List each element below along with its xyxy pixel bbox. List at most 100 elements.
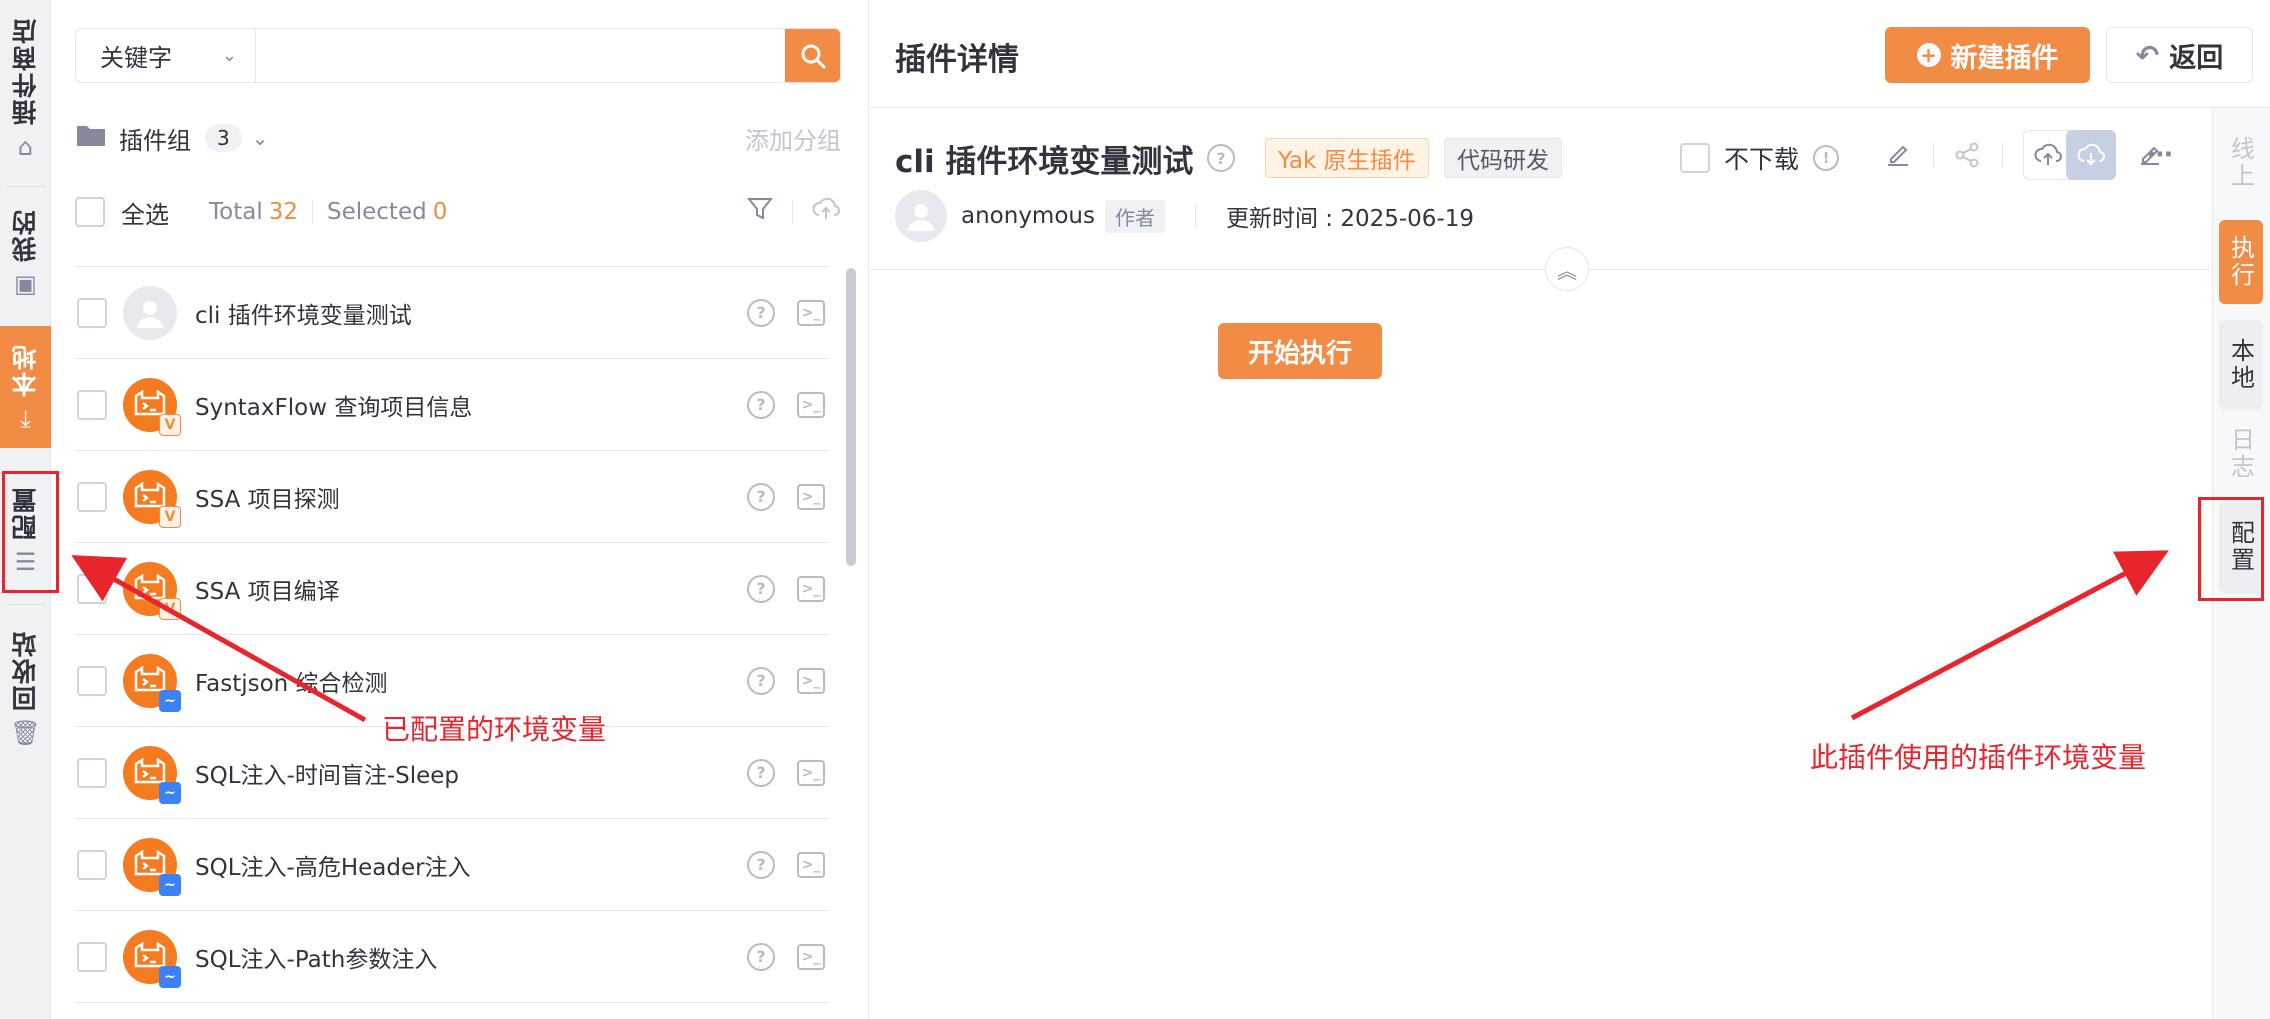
plugin-name[interactable]: SQL注入-Path参数注入 [195,940,747,974]
cloud-download-button[interactable] [2066,130,2116,180]
terminal-icon[interactable]: >_ [797,943,825,970]
list-item[interactable]: cli 插件环境变量测试? >_ [75,267,829,359]
list-item[interactable]: ~ SQL注入-Path参数注入? >_ [75,911,829,1003]
plugin-avatar: ~ [123,653,181,712]
nav-local-label: 本地 [10,343,40,397]
plugin-avatar: ~ [123,745,181,804]
search-icon [801,44,825,68]
search-type-select[interactable]: 关键字 ⌄ [76,29,256,82]
plugin-checkbox[interactable] [77,481,107,512]
right-tab-0[interactable]: 线上 [2219,118,2263,208]
plugin-avatar [123,285,177,340]
list-item[interactable]: V SyntaxFlow 查询项目信息? >_ [75,359,829,451]
select-all-label: 全选 [121,200,169,229]
right-tab-2[interactable]: 本地 [2219,320,2263,410]
back-label: 返回 [2169,42,2224,74]
terminal-icon[interactable]: >_ [797,483,825,510]
start-execute-button[interactable]: 开始执行 [1218,323,1382,379]
terminal-icon[interactable]: >_ [797,575,825,602]
help-icon[interactable]: ? [747,942,775,971]
plugin-list-panel: 关键字 ⌄ 插件组 3 ⌄ 添加分组 全选 Total 32 Selected … [52,0,869,1019]
list-item[interactable]: V SSA 项目编译? >_ [75,543,829,635]
add-group-button[interactable]: 添加分组 [745,121,841,156]
no-download-option[interactable]: 不下载 ! [1680,140,1840,176]
download-icon: ⤓ [20,405,31,433]
right-tab-1[interactable]: 执行 [2219,220,2263,304]
cloud-upload-icon[interactable] [811,195,841,230]
right-tab-label: 线上 [2226,136,2255,190]
plugin-name[interactable]: SSA 项目编译 [195,572,747,606]
trash-icon: 🗑 [10,718,41,747]
info-icon[interactable]: ! [1813,145,1840,171]
plugin-checkbox[interactable] [77,389,107,420]
syntaxflow-badge-icon: V [159,413,181,436]
chevron-down-icon[interactable]: ⌄ [252,126,269,150]
collapse-up-icon[interactable]: ︽ [1545,247,1589,291]
terminal-icon[interactable]: >_ [797,759,825,786]
right-tab-label: 执行 [2226,235,2255,289]
right-tab-3[interactable]: 日志 [2219,414,2263,494]
terminal-icon[interactable]: >_ [797,667,825,694]
plugin-avatar: V [123,561,181,620]
list-scrollbar[interactable] [846,268,856,566]
plugin-name[interactable]: SQL注入-时间盲注-Sleep [195,756,747,790]
terminal-icon[interactable]: >_ [797,391,825,418]
plugin-avatar: V [123,469,181,528]
help-icon[interactable]: ? [747,298,775,327]
back-button[interactable]: ↶ 返回 [2106,27,2253,83]
filter-icon[interactable] [746,195,774,230]
share-icon[interactable] [1942,130,1992,180]
syntaxflow-badge-icon: V [159,597,181,620]
help-icon[interactable]: ? [747,666,775,695]
more-icon[interactable]: ⋯ [2135,130,2185,180]
web-badge-icon: ~ [159,873,181,896]
help-icon[interactable]: ? [747,850,775,879]
new-plugin-button[interactable]: + 新建插件 [1885,27,2090,83]
list-item[interactable]: V SSA 项目探测? >_ [75,451,829,543]
chevron-down-icon: ⌄ [221,45,237,66]
page-title: 插件详情 [895,42,1019,78]
web-badge-icon: ~ [159,965,181,988]
edit-icon[interactable] [1873,130,1923,180]
plugin-checkbox[interactable] [77,941,107,972]
help-icon[interactable]: ? [747,758,775,787]
help-icon[interactable]: ? [747,574,775,603]
no-download-label: 不下载 [1724,145,1800,174]
plugin-name[interactable]: SSA 项目探测 [195,480,747,514]
author-role-tag: 作者 [1104,199,1165,233]
author-row: anonymous 作者 更新时间 : 2025-06-19 [895,190,1474,242]
nav-mine[interactable]: 我的 ▣ [0,196,51,308]
updated-time: 更新时间 : 2025-06-19 [1225,206,1475,232]
plugin-checkbox[interactable] [77,849,107,880]
terminal-icon[interactable]: >_ [797,851,825,878]
no-download-checkbox[interactable] [1680,143,1710,173]
annotation-box-left [2,471,59,593]
select-all-checkbox[interactable] [75,197,105,227]
user-card-icon: ▣ [14,270,37,298]
list-item[interactable]: ~ SQL注入-高危Header注入? >_ [75,819,829,911]
nav-plugin-store[interactable]: 插件商店 ⌂ [0,0,51,176]
selection-row: 全选 Total 32 Selected 0 [75,190,841,234]
plugin-name[interactable]: SyntaxFlow 查询项目信息 [195,388,747,422]
search-input[interactable] [256,29,785,82]
plugin-list: cli 插件环境变量测试? >_ V SyntaxFlow 查询项目信息? >_ V SSA… [75,266,829,1003]
plugin-name[interactable]: SQL注入-高危Header注入 [195,848,747,882]
help-icon[interactable]: ? [747,482,775,511]
plugin-group-count: 3 [205,124,242,152]
help-icon[interactable]: ? [1207,144,1235,172]
nav-local[interactable]: 本地 ⤓ [0,326,51,448]
plugin-group-title[interactable]: 插件组 [119,121,191,156]
plugin-detail-panel: 插件详情 + 新建插件 ↶ 返回 cli 插件环境变量测试 ? Yak 原生插件… [870,0,2270,1019]
nav-recycle-bin[interactable]: 回收站 🗑 [0,612,51,762]
search-button[interactable] [785,29,840,82]
plugin-checkbox[interactable] [77,297,107,328]
plugin-name[interactable]: cli 插件环境变量测试 [195,296,747,330]
plugin-checkbox[interactable] [77,573,107,604]
nav-mine-label: 我的 [10,208,40,262]
syntaxflow-badge-icon: V [159,505,181,528]
help-icon[interactable]: ? [747,390,775,419]
terminal-icon[interactable]: >_ [797,299,825,326]
plugin-checkbox[interactable] [77,665,107,696]
plugin-name[interactable]: Fastjson 综合检测 [195,664,747,698]
plugin-checkbox[interactable] [77,757,107,788]
